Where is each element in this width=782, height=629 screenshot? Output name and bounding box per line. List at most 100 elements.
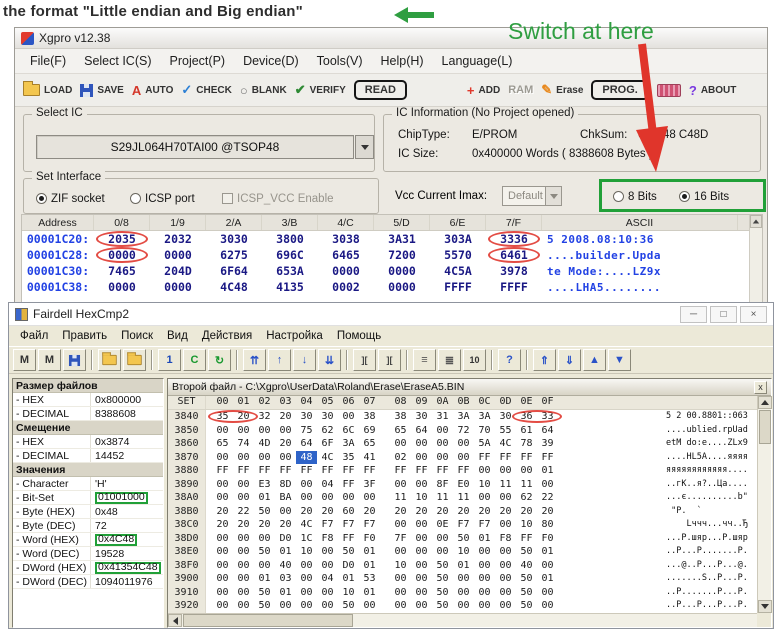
icsp-port-radio[interactable]: ICSP port xyxy=(130,189,195,207)
hex-byte[interactable]: FF xyxy=(495,451,516,465)
hex-byte[interactable]: 00 xyxy=(495,545,516,559)
hex-byte[interactable]: 8F xyxy=(432,478,453,492)
hex-word-cell[interactable]: 204D xyxy=(150,264,206,278)
hex-byte[interactable]: 03 xyxy=(275,572,296,586)
hex-byte[interactable]: 4C xyxy=(495,437,516,451)
hex-byte[interactable]: 38 xyxy=(390,410,411,424)
hex-byte[interactable]: 50 xyxy=(338,545,359,559)
hex-byte[interactable]: 00 xyxy=(212,559,233,573)
hex-byte[interactable]: F8 xyxy=(495,532,516,546)
hex-byte[interactable]: 50 xyxy=(432,559,453,573)
hex-byte[interactable]: 65 xyxy=(212,437,233,451)
hex-byte[interactable]: 00 xyxy=(495,599,516,613)
hex-byte[interactable]: 10 xyxy=(338,586,359,600)
hex-byte[interactable]: 00 xyxy=(537,599,558,613)
save-icon[interactable] xyxy=(63,349,86,371)
hex-byte[interactable]: 62 xyxy=(317,424,338,438)
hex-word-cell[interactable]: 6F64 xyxy=(206,264,262,278)
hex-word-cell[interactable]: 0000 xyxy=(150,248,206,262)
maximize-button[interactable]: □ xyxy=(710,306,737,323)
hex-byte[interactable]: 00 xyxy=(474,586,495,600)
prev-byte-difference-icon[interactable]: ⇑ xyxy=(533,349,556,371)
hex-byte[interactable]: FF xyxy=(516,532,537,546)
hex-byte[interactable]: 00 xyxy=(495,518,516,532)
hex-byte[interactable]: 00 xyxy=(212,572,233,586)
hex-byte[interactable]: 01 xyxy=(338,572,359,586)
hex-byte[interactable]: F7 xyxy=(317,518,338,532)
hex-byte[interactable]: F7 xyxy=(453,518,474,532)
hex-byte[interactable]: F7 xyxy=(474,518,495,532)
hex-byte[interactable]: 00 xyxy=(233,572,254,586)
hex-byte[interactable]: 20 xyxy=(296,505,317,519)
prev-difference-icon[interactable]: ↑ xyxy=(268,349,291,371)
hex-byte[interactable]: 00 xyxy=(296,586,317,600)
hex-byte[interactable]: 3A xyxy=(338,437,359,451)
about-button[interactable]: ?ABOUT xyxy=(689,83,737,98)
hex-byte[interactable]: 00 xyxy=(317,586,338,600)
hex-byte[interactable]: 01 xyxy=(453,559,474,573)
hex-byte[interactable]: 00 xyxy=(432,545,453,559)
close-file-button[interactable]: x xyxy=(754,381,767,394)
hex-word-cell[interactable]: 7465 xyxy=(94,264,150,278)
hex-byte[interactable]: 7F xyxy=(390,532,411,546)
hex-byte[interactable]: 20 xyxy=(390,505,411,519)
hex-byte[interactable]: 00 xyxy=(453,572,474,586)
hex-byte[interactable]: 00 xyxy=(212,586,233,600)
hex-byte[interactable]: 6C xyxy=(338,424,359,438)
hex-byte[interactable]: 01 xyxy=(537,572,558,586)
hex-byte[interactable]: 00 xyxy=(233,532,254,546)
menu-item[interactable]: Помощь xyxy=(330,330,388,342)
hex-byte[interactable]: 11 xyxy=(390,491,411,505)
hex-byte[interactable]: 00 xyxy=(495,464,516,478)
menu-item[interactable]: Help(H) xyxy=(371,54,432,68)
hex-word-cell[interactable]: 0000 xyxy=(374,280,430,294)
hex-byte[interactable]: 00 xyxy=(233,545,254,559)
hex-byte[interactable]: 69 xyxy=(359,424,380,438)
hex-byte[interactable]: 10 xyxy=(453,545,474,559)
hex-word-cell[interactable]: 6461 xyxy=(486,248,542,262)
hex-byte[interactable]: 00 xyxy=(453,437,474,451)
hex-byte[interactable]: 00 xyxy=(474,572,495,586)
hex-word-cell[interactable]: 6465 xyxy=(318,248,374,262)
hex-byte[interactable]: 55 xyxy=(495,424,516,438)
hex-byte[interactable]: FF xyxy=(411,464,432,478)
hex-byte[interactable]: 01 xyxy=(254,491,275,505)
first-difference-icon[interactable]: ⇈ xyxy=(243,349,266,371)
hex-word-cell[interactable]: 0000 xyxy=(374,264,430,278)
hex-word-cell[interactable]: 6275 xyxy=(206,248,262,262)
hex-byte[interactable]: 04 xyxy=(317,478,338,492)
hex-byte[interactable]: 72 xyxy=(453,424,474,438)
scroll-left-button[interactable] xyxy=(168,614,182,627)
hexcmp-titlebar[interactable]: Fairdell HexCmp2 ─ □ × xyxy=(9,303,773,326)
hex-byte[interactable]: 50 xyxy=(432,586,453,600)
hex-byte[interactable]: 00 xyxy=(254,559,275,573)
last-difference-icon[interactable]: ⇊ xyxy=(318,349,341,371)
hex-byte[interactable]: 00 xyxy=(233,491,254,505)
hex-byte[interactable]: 00 xyxy=(411,599,432,613)
hex-byte[interactable]: 00 xyxy=(495,586,516,600)
align-view-icon[interactable]: ≣ xyxy=(438,349,461,371)
hex-byte[interactable]: 20 xyxy=(212,505,233,519)
hex-byte[interactable]: 00 xyxy=(338,410,359,424)
single-file-mode-icon[interactable]: 1 xyxy=(158,349,181,371)
hex-byte[interactable]: 50 xyxy=(516,599,537,613)
hex-word-cell[interactable]: 4135 xyxy=(262,280,318,294)
hex-byte[interactable]: F8 xyxy=(317,532,338,546)
hex-byte[interactable]: 64 xyxy=(411,424,432,438)
hex-byte[interactable]: 50 xyxy=(516,586,537,600)
hex-byte[interactable]: 00 xyxy=(233,451,254,465)
hex-byte[interactable]: 00 xyxy=(411,545,432,559)
hex-byte[interactable]: 00 xyxy=(390,599,411,613)
zif-socket-radio[interactable]: ZIF socket xyxy=(36,189,105,207)
hex-word-cell[interactable]: 4C5A xyxy=(430,264,486,278)
hex-byte[interactable]: 00 xyxy=(233,599,254,613)
icsp-vcc-checkbox[interactable]: ICSP_VCC Enable xyxy=(222,189,334,207)
next-byte-difference-icon[interactable]: ⇓ xyxy=(558,349,581,371)
hex-byte[interactable]: 4C xyxy=(296,518,317,532)
menu-item[interactable]: Файл xyxy=(13,330,55,342)
hex-byte[interactable]: 00 xyxy=(233,478,254,492)
hex-byte[interactable]: 20 xyxy=(317,505,338,519)
menu-item[interactable]: Project(P) xyxy=(161,54,235,68)
hex-byte[interactable]: 22 xyxy=(233,505,254,519)
hex-word-cell[interactable]: 4C48 xyxy=(206,280,262,294)
